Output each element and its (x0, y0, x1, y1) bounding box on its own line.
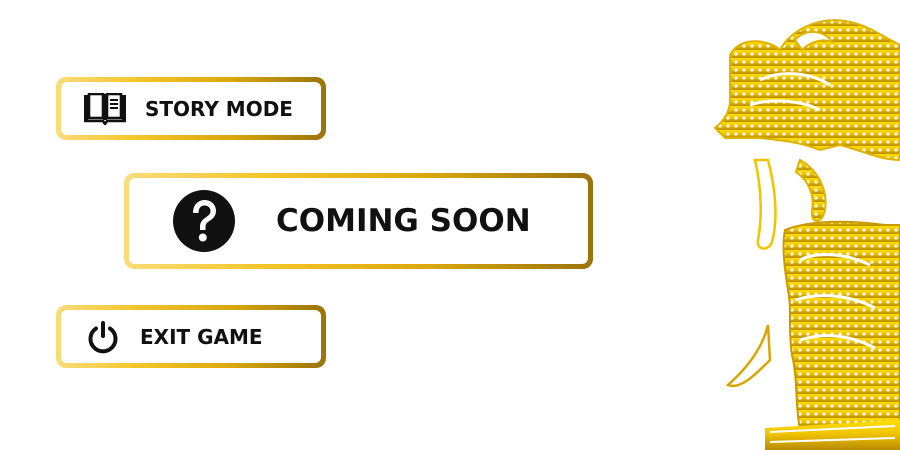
exit-game-button[interactable]: EXIT GAME (56, 305, 326, 368)
power-icon (86, 320, 120, 354)
exit-game-label: EXIT GAME (140, 324, 263, 349)
puppet-base (765, 420, 900, 450)
question-circle-icon (172, 189, 236, 253)
wayang-puppet-illustration (713, 19, 900, 450)
coming-soon-label: COMING SOON (276, 203, 531, 239)
open-book-icon (83, 92, 127, 125)
puppet-body (782, 220, 900, 431)
exit-game-button-face: EXIT GAME (61, 310, 321, 363)
coming-soon-button-face: COMING SOON (129, 178, 588, 264)
story-mode-button-face: STORY MODE (61, 82, 321, 135)
story-mode-button[interactable]: STORY MODE (56, 77, 326, 140)
story-mode-label: STORY MODE (145, 96, 293, 121)
coming-soon-button[interactable]: COMING SOON (124, 173, 593, 269)
puppet-headdress (713, 19, 900, 162)
